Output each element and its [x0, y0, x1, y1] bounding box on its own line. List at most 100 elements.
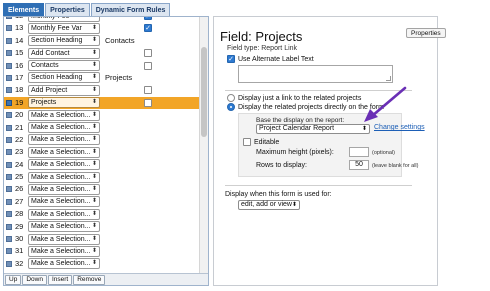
element-row[interactable]: 32 Make a Selection... ⬍ [4, 258, 200, 270]
element-type-select[interactable]: Make a Selection... ⬍ [28, 196, 100, 208]
element-type-select[interactable]: Section Heading ⬍ [28, 72, 100, 84]
element-label: Projects [105, 72, 133, 82]
drag-handle-icon[interactable] [6, 62, 12, 69]
drag-handle-icon[interactable] [6, 174, 12, 181]
element-type-select[interactable]: Section Heading ⬍ [28, 35, 100, 47]
element-required-checkbox[interactable]: ✓ [144, 17, 152, 20]
drag-handle-icon[interactable] [6, 186, 12, 193]
element-row[interactable]: 15 Add Contact ⬍ [4, 47, 200, 59]
element-type-select[interactable]: Make a Selection... ⬍ [28, 258, 100, 270]
drag-handle-icon[interactable] [6, 74, 12, 81]
drag-handle-icon[interactable] [6, 37, 12, 44]
element-type-select[interactable]: Make a Selection... ⬍ [28, 159, 100, 171]
element-row[interactable]: 31 Make a Selection... ⬍ [4, 245, 200, 257]
element-row[interactable]: 14 Section Heading ⬍ Contacts [4, 35, 200, 47]
rows-input[interactable]: 50 [349, 160, 369, 170]
drag-handle-icon[interactable] [6, 87, 12, 94]
element-row[interactable]: 20 Make a Selection... ⬍ [4, 109, 200, 121]
element-required-checkbox[interactable] [144, 98, 152, 107]
drag-handle-icon[interactable] [6, 25, 12, 32]
display-when-select[interactable]: edit, add or view ⬍ [238, 200, 300, 210]
scroll-thumb[interactable] [201, 47, 207, 137]
element-type-select[interactable]: Add Project ⬍ [28, 84, 100, 96]
radio-direct-option[interactable]: Display the related projects directly on… [227, 103, 384, 111]
drag-handle-icon[interactable] [6, 17, 12, 19]
drag-handle-icon[interactable] [6, 149, 12, 156]
element-row[interactable]: 18 Add Project ⬍ [4, 84, 200, 96]
element-row[interactable]: 30 Make a Selection... ⬍ [4, 233, 200, 245]
element-type-select[interactable]: Make a Selection... ⬍ [28, 171, 100, 183]
element-type-select[interactable]: Make a Selection... ⬍ [28, 122, 100, 134]
element-required-checkbox[interactable] [144, 61, 152, 70]
editable-option[interactable]: Editable [243, 138, 279, 146]
editable-checkbox[interactable] [243, 138, 251, 146]
element-row[interactable]: 22 Make a Selection... ⬍ [4, 134, 200, 146]
drag-handle-icon[interactable] [6, 223, 12, 230]
element-row[interactable]: 27 Make a Selection... ⬍ [4, 196, 200, 208]
down-button[interactable]: Down [22, 274, 47, 285]
drag-handle-icon[interactable] [6, 136, 12, 143]
drag-handle-icon[interactable] [6, 248, 12, 255]
element-type-select[interactable]: Make a Selection... ⬍ [28, 233, 100, 245]
element-row[interactable]: 24 Make a Selection... ⬍ [4, 159, 200, 171]
drag-handle-icon[interactable] [6, 211, 12, 218]
element-row[interactable]: 23 Make a Selection... ⬍ [4, 146, 200, 158]
element-row[interactable]: 17 Section Heading ⬍ Projects [4, 72, 200, 84]
properties-button[interactable]: Properties [406, 28, 446, 38]
element-type-select[interactable]: Add Contact ⬍ [28, 47, 100, 59]
radio-link[interactable] [227, 94, 235, 102]
alt-label-option[interactable]: ✓ Use Alternate Label Text [227, 55, 314, 63]
element-number: 31 [15, 246, 24, 256]
remove-button[interactable]: Remove [73, 274, 106, 285]
element-row[interactable]: 29 Make a Selection... ⬍ [4, 221, 200, 233]
radio-link-option[interactable]: Display just a link to the related proje… [227, 94, 361, 102]
element-type-select[interactable]: Make a Selection... ⬍ [28, 183, 100, 195]
change-settings-link[interactable]: Change settings [374, 124, 425, 131]
element-row[interactable]: 19 Projects ⬍ [4, 96, 200, 110]
element-number: 15 [15, 48, 24, 58]
drag-handle-icon[interactable] [6, 112, 12, 119]
element-type-select[interactable]: Monthly Fee ⬍ [28, 17, 100, 22]
element-type-value: Add Contact [31, 49, 70, 57]
element-row[interactable]: 21 Make a Selection... ⬍ [4, 122, 200, 134]
element-required-checkbox[interactable] [144, 86, 152, 95]
drag-handle-icon[interactable] [6, 260, 12, 267]
field-type-text: Field type: Report Link [227, 45, 298, 52]
drag-handle-icon[interactable] [6, 50, 12, 57]
element-type-select[interactable]: Make a Selection... ⬍ [28, 109, 100, 121]
element-required-checkbox[interactable] [144, 49, 152, 58]
element-row[interactable]: 16 Contacts ⬍ [4, 60, 200, 72]
element-type-select[interactable]: Make a Selection... ⬍ [28, 134, 100, 146]
drag-handle-icon[interactable] [6, 161, 12, 168]
element-type-select[interactable]: Projects ⬍ [28, 97, 100, 109]
element-type-select[interactable]: Make a Selection... ⬍ [28, 221, 100, 233]
select-arrows-icon: ⬍ [91, 86, 97, 93]
report-select[interactable]: Project Calendar Report ⬍ [256, 124, 370, 134]
max-height-input[interactable] [349, 147, 369, 157]
alt-label-textarea[interactable] [238, 65, 393, 83]
element-type-select[interactable]: Monthly Fee Var ⬍ [28, 22, 100, 34]
tab-elements[interactable]: Elements [3, 3, 45, 16]
radio-direct[interactable] [227, 103, 235, 111]
element-required-checkbox[interactable]: ✓ [144, 24, 152, 33]
tab-properties[interactable]: Properties [45, 3, 90, 16]
element-type-select[interactable]: Make a Selection... ⬍ [28, 208, 100, 220]
insert-button[interactable]: Insert [47, 274, 73, 285]
element-type-select[interactable]: Contacts ⬍ [28, 60, 100, 72]
drag-handle-icon[interactable] [6, 99, 12, 106]
element-row[interactable]: 28 Make a Selection... ⬍ [4, 208, 200, 220]
tab-dynamic-form-rules[interactable]: Dynamic Form Rules [90, 3, 171, 16]
drag-handle-icon[interactable] [6, 198, 12, 205]
alt-label-checkbox[interactable]: ✓ [227, 55, 235, 63]
element-type-select[interactable]: Make a Selection... ⬍ [28, 146, 100, 158]
list-scrollbar[interactable] [199, 17, 208, 274]
element-row[interactable]: 13 Monthly Fee Var ⬍ ✓ [4, 22, 200, 34]
drag-handle-icon[interactable] [6, 124, 12, 131]
select-arrows-icon: ⬍ [361, 126, 367, 132]
element-row[interactable]: 25 Make a Selection... ⬍ [4, 171, 200, 183]
element-type-select[interactable]: Make a Selection... ⬍ [28, 245, 100, 257]
drag-handle-icon[interactable] [6, 236, 12, 243]
element-row[interactable]: 26 Make a Selection... ⬍ [4, 183, 200, 195]
element-type-value: Monthly Fee Var [31, 24, 82, 32]
up-button[interactable]: Up [5, 274, 22, 285]
